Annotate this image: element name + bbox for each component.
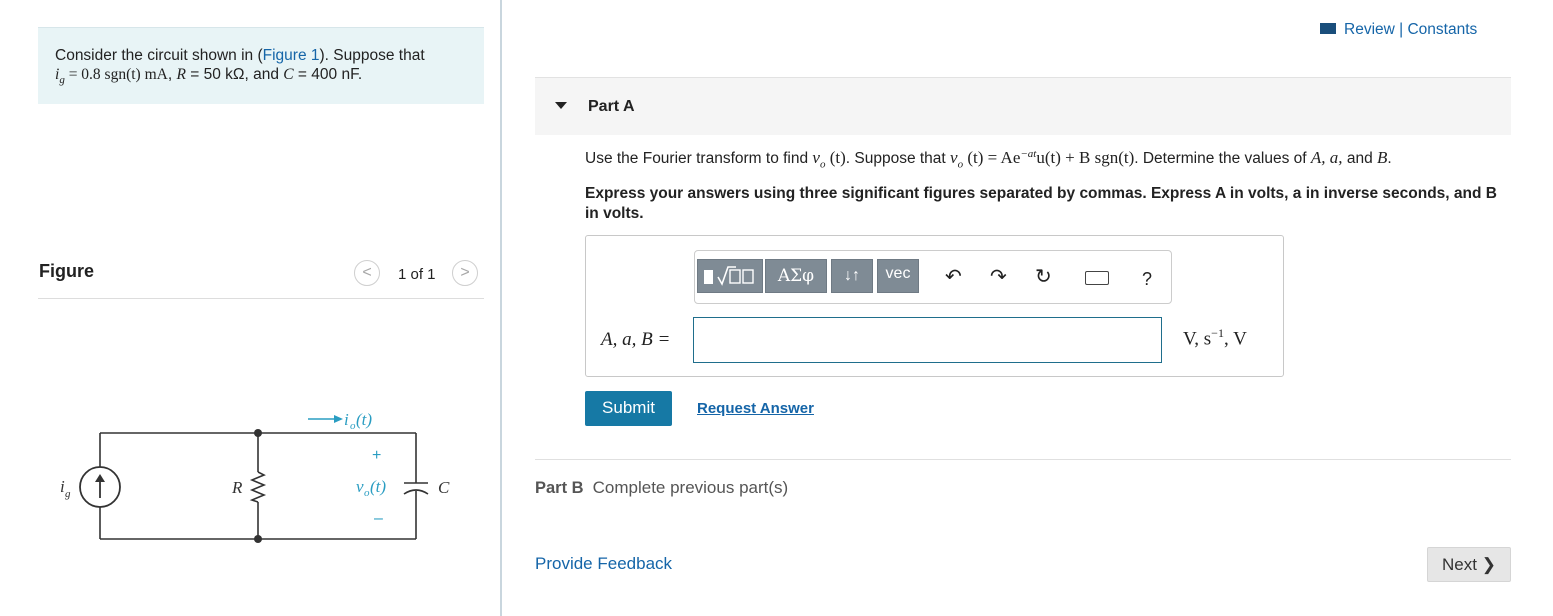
- r-symbol: R: [176, 66, 186, 83]
- arrows-button[interactable]: ↓↑: [831, 259, 873, 293]
- review-constants: Review | Constants: [1320, 21, 1477, 39]
- constants-link[interactable]: Constants: [1407, 21, 1477, 38]
- problem-text: Consider the circuit shown in (: [55, 47, 263, 64]
- vo-label: v: [356, 477, 364, 496]
- r-label: R: [231, 478, 243, 497]
- next-button[interactable]: Next ❯: [1427, 547, 1511, 582]
- ig-expr: = 0.8 sgn(t) mA: [64, 66, 168, 83]
- c-value: = 400 nF.: [293, 66, 363, 83]
- q-prefix: Use the Fourier transform to find: [585, 150, 813, 168]
- vector-button[interactable]: vec: [877, 259, 919, 293]
- math-toolbar: ΑΣφ ↓↑ vec ↶ ↷ ↻ ?: [694, 250, 1172, 304]
- q-var-b: B: [1377, 148, 1388, 168]
- figure-prev-button[interactable]: <: [354, 260, 380, 286]
- greek-symbols-button[interactable]: ΑΣφ: [765, 259, 827, 293]
- figure-count: 1 of 1: [398, 266, 436, 283]
- figure-title: Figure: [39, 261, 95, 281]
- node-bottom: [254, 535, 262, 543]
- q-period: .: [1387, 150, 1392, 168]
- q-vo: v: [812, 148, 820, 168]
- units-tail: , V: [1223, 328, 1247, 350]
- answer-input[interactable]: [693, 317, 1162, 363]
- vo-arg: (t): [370, 477, 386, 496]
- q-expr: v: [950, 148, 958, 168]
- request-answer-link[interactable]: Request Answer: [697, 400, 814, 417]
- answer-area: ΑΣφ ↓↑ vec ↶ ↷ ↻ ? A, a, B = V, s−1, V: [585, 235, 1284, 377]
- problem-line-1: Consider the circuit shown in (Figure 1)…: [55, 47, 425, 65]
- left-panel: Consider the circuit shown in (Figure 1)…: [0, 0, 500, 616]
- q-expr-exp: −at: [1020, 148, 1037, 160]
- part-b-divider: [535, 459, 1511, 460]
- answer-instructions: Express your answers using three signifi…: [585, 185, 1497, 222]
- io-arrow: [308, 415, 343, 423]
- c-prefix: , and: [244, 66, 284, 83]
- vo-plus: +: [372, 447, 381, 464]
- provide-feedback-link[interactable]: Provide Feedback: [535, 554, 672, 574]
- q-mid: . Suppose that: [845, 150, 951, 168]
- c-symbol: C: [283, 66, 294, 83]
- templates-icon: [704, 266, 754, 286]
- ig-sub-label: g: [65, 488, 71, 500]
- part-a-header[interactable]: Part A: [535, 77, 1511, 135]
- current-source: [79, 466, 121, 508]
- part-b-row: Part B Complete previous part(s): [535, 478, 788, 498]
- circuit-diagram: i o (t) + – v o (t) i g R C: [60, 410, 450, 543]
- answer-label: A, a, B =: [601, 329, 671, 350]
- book-icon: [1320, 23, 1336, 35]
- review-link[interactable]: Review: [1344, 21, 1395, 38]
- problem-text-2: ). Suppose that: [319, 47, 425, 64]
- io-label: i: [344, 410, 349, 429]
- undo-icon[interactable]: ↶: [945, 267, 962, 287]
- node-top: [254, 429, 262, 437]
- r-value: = 50 kΩ: [185, 66, 245, 83]
- answer-units: V, s−1, V: [1183, 326, 1247, 350]
- keyboard-icon[interactable]: [1085, 271, 1109, 285]
- part-b-text: Complete previous part(s): [592, 478, 789, 497]
- io-arg: (t): [356, 410, 372, 429]
- question-text: Use the Fourier transform to find vo (t)…: [585, 148, 1392, 170]
- part-a-title: Part A: [588, 98, 635, 115]
- problem-statement: Consider the circuit shown in (Figure 1)…: [38, 27, 484, 104]
- q-vo-arg: (t): [825, 148, 846, 168]
- collapse-caret-icon[interactable]: [555, 102, 567, 109]
- redo-icon[interactable]: ↷: [990, 267, 1007, 287]
- vo-minus: –: [374, 510, 383, 527]
- header-sep: |: [1394, 21, 1408, 38]
- submit-button[interactable]: Submit: [585, 391, 672, 426]
- help-icon[interactable]: ?: [1142, 269, 1152, 289]
- q-expr-rest: (t) = Ae: [963, 148, 1021, 168]
- q-end: . Determine the values of: [1134, 150, 1311, 168]
- problem-line-2: ig = 0.8 sgn(t) mA, R = 50 kΩ, and C = 4…: [55, 66, 362, 86]
- templates-button[interactable]: [697, 259, 763, 293]
- panel-divider: [500, 0, 502, 616]
- figure-header: Figure < 1 of 1 >: [38, 258, 484, 299]
- figure-next-button[interactable]: >: [452, 260, 478, 286]
- q-expr-tail: u(t) + B sgn(t): [1036, 148, 1135, 168]
- q-and: and: [1342, 150, 1377, 168]
- units-text: V, s: [1183, 328, 1212, 350]
- part-b-label: Part B: [535, 479, 584, 497]
- q-vars: A, a,: [1310, 148, 1343, 168]
- c-label: C: [438, 478, 450, 497]
- figure-link[interactable]: Figure 1: [263, 47, 320, 64]
- reset-icon[interactable]: ↻: [1035, 267, 1052, 287]
- units-exp: −1: [1211, 326, 1224, 340]
